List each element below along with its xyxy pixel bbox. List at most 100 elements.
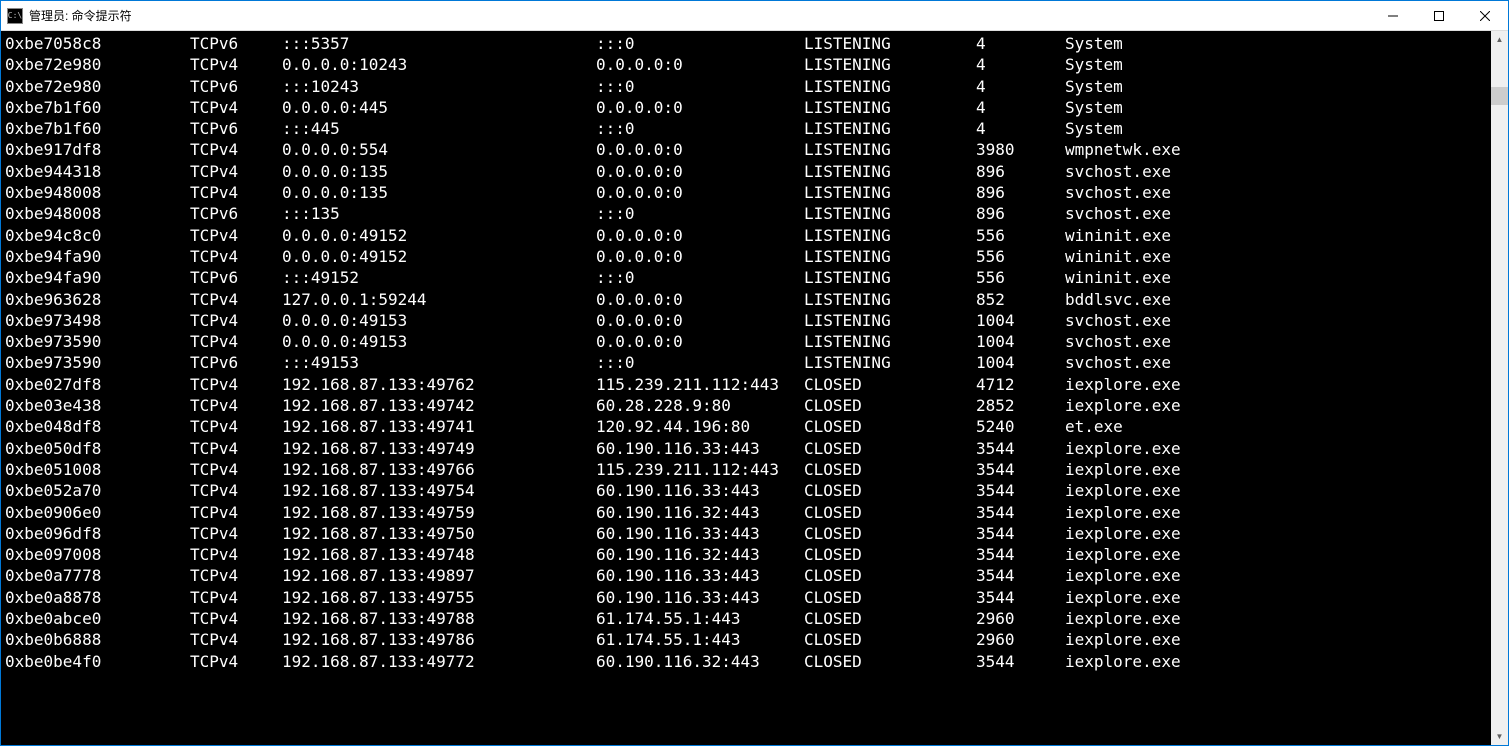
scrollbar-down-button[interactable]: ▼ — [1491, 728, 1508, 745]
cell-offset: 0xbe097008 — [5, 544, 190, 565]
cell-state: LISTENING — [804, 118, 976, 139]
cell-offset: 0xbe948008 — [5, 182, 190, 203]
cell-proto: TCPv4 — [190, 161, 282, 182]
table-row: 0xbe0a8878TCPv4192.168.87.133:4975560.19… — [5, 587, 1487, 608]
table-row: 0xbe948008TCPv40.0.0.0:1350.0.0.0:0LISTE… — [5, 182, 1487, 203]
cell-proto: TCPv4 — [190, 416, 282, 437]
cell-local: 0.0.0.0:445 — [282, 97, 596, 118]
cell-remote: 60.190.116.33:443 — [596, 438, 804, 459]
cell-proto: TCPv4 — [190, 139, 282, 160]
cell-proto: TCPv6 — [190, 33, 282, 54]
cell-pid: 3544 — [976, 565, 1065, 586]
cell-state: LISTENING — [804, 54, 976, 75]
cell-remote: :::0 — [596, 352, 804, 373]
table-row: 0xbe72e980TCPv40.0.0.0:102430.0.0.0:0LIS… — [5, 54, 1487, 75]
cell-pid: 5240 — [976, 416, 1065, 437]
table-row: 0xbe7b1f60TCPv6:::445:::0LISTENING4Syste… — [5, 118, 1487, 139]
table-row: 0xbe94fa90TCPv6:::49152:::0LISTENING556w… — [5, 267, 1487, 288]
cell-owner: et.exe — [1065, 416, 1487, 437]
cell-proto: TCPv4 — [190, 480, 282, 501]
cell-offset: 0xbe050df8 — [5, 438, 190, 459]
cell-proto: TCPv4 — [190, 459, 282, 480]
cell-remote: 60.190.116.33:443 — [596, 480, 804, 501]
cell-owner: iexplore.exe — [1065, 438, 1487, 459]
cell-pid: 896 — [976, 161, 1065, 182]
cell-pid: 4 — [976, 118, 1065, 139]
cell-state: CLOSED — [804, 523, 976, 544]
table-row: 0xbe097008TCPv4192.168.87.133:4974860.19… — [5, 544, 1487, 565]
cell-offset: 0xbe027df8 — [5, 374, 190, 395]
scrollbar-up-button[interactable]: ▲ — [1491, 31, 1508, 48]
cell-pid: 3544 — [976, 459, 1065, 480]
cell-offset: 0xbe7b1f60 — [5, 97, 190, 118]
cell-owner: svchost.exe — [1065, 331, 1487, 352]
cell-owner: svchost.exe — [1065, 203, 1487, 224]
cell-local: 0.0.0.0:554 — [282, 139, 596, 160]
cell-pid: 896 — [976, 182, 1065, 203]
cell-offset: 0xbe94c8c0 — [5, 225, 190, 246]
cell-state: LISTENING — [804, 203, 976, 224]
cell-remote: 61.174.55.1:443 — [596, 629, 804, 650]
cell-proto: TCPv4 — [190, 587, 282, 608]
cell-pid: 1004 — [976, 310, 1065, 331]
scrollbar-thumb[interactable] — [1491, 87, 1508, 105]
cell-offset: 0xbe973590 — [5, 331, 190, 352]
cell-local: 0.0.0.0:49153 — [282, 331, 596, 352]
table-row: 0xbe963628TCPv4127.0.0.1:592440.0.0.0:0L… — [5, 289, 1487, 310]
table-row: 0xbe0a7778TCPv4192.168.87.133:4989760.19… — [5, 565, 1487, 586]
cell-local: :::5357 — [282, 33, 596, 54]
cell-owner: iexplore.exe — [1065, 459, 1487, 480]
cell-offset: 0xbe973590 — [5, 352, 190, 373]
cell-pid: 3980 — [976, 139, 1065, 160]
terminal-output[interactable]: 0xbe7058c8TCPv6:::5357:::0LISTENING4Syst… — [1, 31, 1491, 745]
cell-remote: 60.190.116.33:443 — [596, 587, 804, 608]
cell-state: CLOSED — [804, 416, 976, 437]
window-title: 管理员: 命令提示符 — [29, 7, 132, 24]
cell-remote: 60.28.228.9:80 — [596, 395, 804, 416]
cell-owner: System — [1065, 76, 1487, 97]
cell-offset: 0xbe048df8 — [5, 416, 190, 437]
table-row: 0xbe050df8TCPv4192.168.87.133:4974960.19… — [5, 438, 1487, 459]
cell-owner: iexplore.exe — [1065, 480, 1487, 501]
cell-local: 192.168.87.133:49742 — [282, 395, 596, 416]
cell-state: LISTENING — [804, 352, 976, 373]
cell-pid: 4712 — [976, 374, 1065, 395]
cell-offset: 0xbe0a7778 — [5, 565, 190, 586]
cell-local: 0.0.0.0:10243 — [282, 54, 596, 75]
cell-offset: 0xbe917df8 — [5, 139, 190, 160]
cell-state: LISTENING — [804, 267, 976, 288]
table-row: 0xbe0be4f0TCPv4192.168.87.133:4977260.19… — [5, 651, 1487, 672]
cell-proto: TCPv4 — [190, 331, 282, 352]
cell-local: 0.0.0.0:135 — [282, 161, 596, 182]
cell-state: LISTENING — [804, 161, 976, 182]
cell-local: 0.0.0.0:49152 — [282, 225, 596, 246]
cell-pid: 4 — [976, 76, 1065, 97]
cell-remote: 60.190.116.32:443 — [596, 651, 804, 672]
cell-owner: iexplore.exe — [1065, 651, 1487, 672]
cell-offset: 0xbe948008 — [5, 203, 190, 224]
cell-remote: 60.190.116.32:443 — [596, 502, 804, 523]
titlebar[interactable]: C:\ 管理员: 命令提示符 — [1, 1, 1508, 31]
cell-state: CLOSED — [804, 374, 976, 395]
table-row: 0xbe052a70TCPv4192.168.87.133:4975460.19… — [5, 480, 1487, 501]
cell-proto: TCPv4 — [190, 629, 282, 650]
cell-owner: System — [1065, 54, 1487, 75]
cell-offset: 0xbe7058c8 — [5, 33, 190, 54]
table-row: 0xbe7b1f60TCPv40.0.0.0:4450.0.0.0:0LISTE… — [5, 97, 1487, 118]
close-button[interactable] — [1462, 1, 1508, 30]
cell-owner: wmpnetwk.exe — [1065, 139, 1487, 160]
cell-pid: 852 — [976, 289, 1065, 310]
cell-pid: 4 — [976, 97, 1065, 118]
minimize-button[interactable] — [1370, 1, 1416, 30]
cell-local: 192.168.87.133:49788 — [282, 608, 596, 629]
vertical-scrollbar[interactable]: ▲ ▼ — [1491, 31, 1508, 745]
maximize-button[interactable] — [1416, 1, 1462, 30]
cell-remote: 115.239.211.112:443 — [596, 459, 804, 480]
cell-owner: System — [1065, 97, 1487, 118]
window-controls — [1370, 1, 1508, 30]
cell-local: 192.168.87.133:49759 — [282, 502, 596, 523]
table-row: 0xbe096df8TCPv4192.168.87.133:4975060.19… — [5, 523, 1487, 544]
cell-local: 192.168.87.133:49762 — [282, 374, 596, 395]
cell-state: LISTENING — [804, 97, 976, 118]
cell-owner: iexplore.exe — [1065, 523, 1487, 544]
